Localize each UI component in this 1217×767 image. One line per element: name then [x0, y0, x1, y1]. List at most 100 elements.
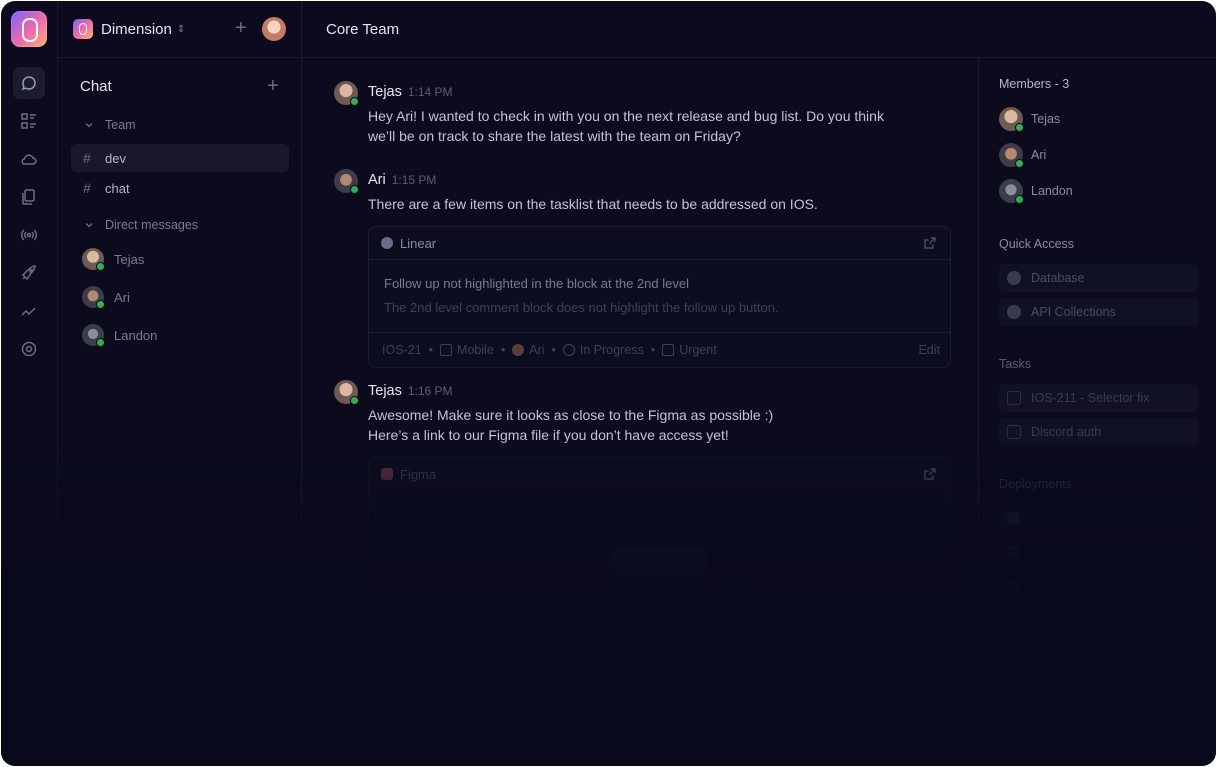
chat-icon[interactable]	[13, 67, 45, 99]
online-indicator	[96, 300, 105, 309]
avatar	[82, 248, 105, 271]
dm-section-toggle[interactable]: Direct messages	[85, 218, 198, 232]
divider	[301, 1, 302, 57]
issue-description: The 2nd level comment block does not hig…	[384, 300, 779, 315]
message-header: Ari 1:15 PM	[368, 172, 436, 188]
online-indicator	[96, 262, 105, 271]
team-section-toggle[interactable]: Team	[85, 118, 136, 132]
figma-card[interactable]: Figma	[368, 457, 951, 606]
external-link-icon[interactable]	[924, 237, 936, 249]
files-icon[interactable]	[13, 181, 45, 213]
figma-preview	[609, 546, 709, 606]
separator: •	[551, 343, 556, 357]
channel-label: dev	[105, 150, 126, 166]
card-source: Figma	[400, 466, 437, 482]
deployments-heading: Deployments	[999, 477, 1072, 491]
details-panel: Members - 3 Tejas Ari Landon Quick Acces…	[978, 57, 1216, 766]
avatar[interactable]	[334, 169, 359, 194]
linear-icon	[381, 237, 393, 249]
broadcast-icon[interactable]	[13, 219, 45, 251]
members-heading: Members - 3	[999, 77, 1070, 91]
checkbox[interactable]	[1007, 391, 1021, 405]
activity-icon[interactable]	[13, 295, 45, 327]
sidebar-item-dm-ari[interactable]: Ari	[82, 286, 130, 309]
member-name: Tejas	[1031, 112, 1061, 126]
sidebar-item-dm-tejas[interactable]: Tejas	[82, 248, 144, 271]
mobile-icon	[440, 344, 452, 356]
member-ari[interactable]: Ari	[999, 143, 1047, 168]
online-indicator	[350, 396, 359, 405]
linear-issue-card[interactable]: Linear Follow up not highlighted in the …	[368, 226, 951, 368]
message-line: Awesome! Make sure it looks as close to …	[368, 407, 774, 423]
task-item[interactable]: Discord auth	[999, 418, 1199, 446]
member-name: Landon	[1031, 184, 1073, 198]
external-link-icon[interactable]	[924, 468, 936, 480]
chevron-down-icon	[85, 123, 93, 128]
issue-assignee: Ari	[529, 343, 545, 357]
avatar	[999, 179, 1024, 204]
sidebar-item-dev[interactable]: # dev	[71, 144, 289, 172]
avatar	[82, 286, 105, 309]
quick-access-label: Database	[1031, 271, 1085, 285]
settings-icon[interactable]	[13, 333, 45, 365]
chevron-updown-icon: ⇕	[176, 23, 186, 35]
online-indicator	[1015, 159, 1024, 168]
message-line: Hey Ari! I wanted to check in with you o…	[368, 108, 884, 124]
deployment-item[interactable]	[999, 538, 1199, 566]
app-window: Dimension ⇕ + Core Team Chat + Team # de…	[1, 1, 1216, 766]
sidebar-title: Chat	[80, 78, 112, 95]
deployment-item[interactable]	[999, 504, 1199, 532]
deployment-item[interactable]	[999, 572, 1199, 600]
dm-label: Ari	[114, 289, 130, 305]
add-icon[interactable]: +	[235, 17, 247, 39]
member-landon[interactable]: Landon	[999, 179, 1073, 204]
card-body: Follow up not highlighted in the block a…	[369, 259, 950, 332]
sidebar-item-dm-landon[interactable]: Landon	[82, 324, 157, 347]
message-time: 1:14 PM	[407, 85, 453, 99]
sidebar-item-chat[interactable]: # chat	[71, 174, 289, 202]
deployment-icon	[1007, 546, 1019, 558]
online-indicator	[1015, 123, 1024, 132]
message-line: we’ll be on track to share the latest wi…	[368, 128, 741, 144]
avatar	[999, 107, 1024, 132]
member-name: Ari	[1031, 148, 1047, 162]
edit-button[interactable]: Edit	[918, 343, 940, 357]
issue-status: In Progress	[579, 343, 644, 357]
tasks-heading: Tasks	[999, 357, 1031, 371]
card-header: Figma	[369, 458, 950, 490]
rocket-icon[interactable]	[13, 257, 45, 289]
avatar[interactable]	[334, 81, 359, 106]
quick-access-heading: Quick Access	[999, 237, 1075, 251]
hash-icon: #	[83, 180, 91, 196]
message-body: Awesome! Make sure it looks as close to …	[368, 405, 948, 445]
app-logo[interactable]	[11, 11, 47, 47]
message-body: Hey Ari! I wanted to check in with you o…	[368, 106, 948, 146]
task-item[interactable]: IOS-211 - Selector fix	[999, 384, 1199, 412]
task-label: Discord auth	[1031, 425, 1102, 439]
online-indicator	[96, 338, 105, 347]
new-chat-button[interactable]: +	[267, 75, 279, 98]
quick-access-api-collections[interactable]: API Collections	[999, 298, 1199, 326]
workspace-icon	[73, 19, 93, 39]
card-header: Linear	[369, 227, 950, 259]
nav-rail	[1, 1, 58, 766]
online-indicator	[350, 97, 359, 106]
message-body: There are a few items on the tasklist th…	[368, 194, 948, 214]
author-name: Tejas	[368, 84, 402, 100]
message-line: There are a few items on the tasklist th…	[368, 196, 818, 212]
tasks-icon[interactable]	[13, 105, 45, 137]
deployment-icon	[1007, 580, 1019, 592]
cloud-icon[interactable]	[13, 143, 45, 175]
quick-access-database[interactable]: Database	[999, 264, 1199, 292]
channel-label: chat	[105, 180, 130, 196]
online-indicator	[1015, 195, 1024, 204]
user-avatar[interactable]	[262, 17, 286, 41]
channel-title: Core Team	[326, 21, 400, 38]
card-footer: IOS-21 • Mobile • Ari • In Progress • Ur…	[369, 332, 950, 367]
workspace-switcher[interactable]: Dimension ⇕	[73, 18, 185, 40]
issue-priority: Urgent	[679, 343, 717, 357]
message-header: Tejas 1:16 PM	[368, 383, 453, 399]
member-tejas[interactable]: Tejas	[999, 107, 1061, 132]
avatar[interactable]	[334, 380, 359, 405]
checkbox[interactable]	[1007, 425, 1021, 439]
